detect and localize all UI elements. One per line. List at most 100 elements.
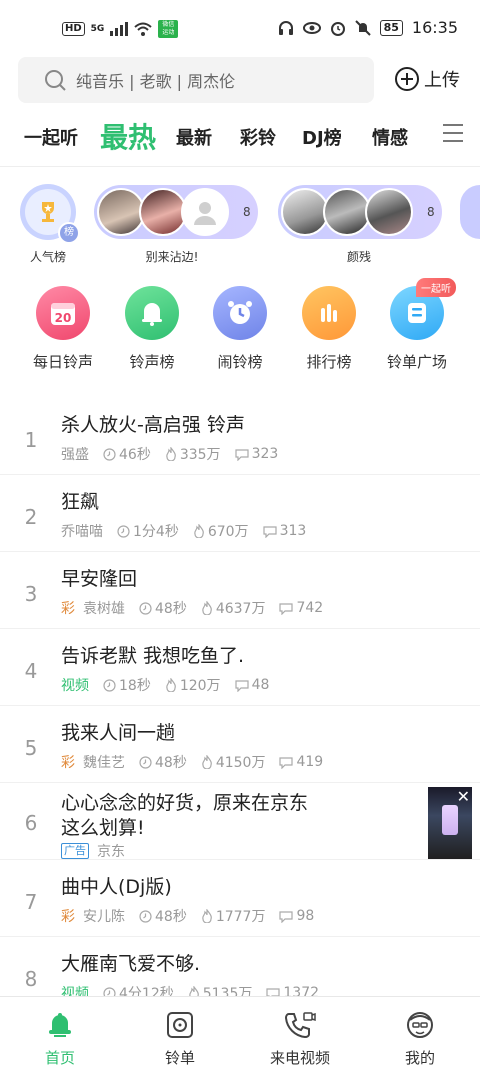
calendar-icon: 20 (36, 286, 90, 340)
story-group-partial[interactable] (460, 185, 480, 239)
comment-icon (234, 679, 249, 692)
feature-label: 闹铃榜 (217, 353, 263, 371)
search-placeholder: 纯音乐 | 老歌 | 周杰伦 (76, 72, 236, 91)
list-item[interactable]: 5 我来人间一趟 彩 魏佳艺 48秒 4150万 419 (0, 706, 480, 783)
list-item[interactable]: 4 告诉老默 我想吃鱼了. 视频 18秒 120万 48 (0, 629, 480, 706)
ad-meta: 广告 京东 (61, 841, 139, 861)
close-icon[interactable]: ✕ (457, 787, 470, 806)
divider (0, 166, 480, 167)
nav-home[interactable]: 首页 (0, 1007, 120, 1067)
story-group-2[interactable]: 8 (278, 185, 442, 239)
story-popularity[interactable]: 榜 (20, 184, 80, 244)
nav-playlist[interactable]: 铃单 (120, 1007, 240, 1067)
headphone-icon (278, 20, 293, 35)
clock-icon (117, 524, 130, 538)
tab-dj-chart[interactable]: DJ榜 (302, 124, 342, 150)
rank-number: 2 (24, 505, 38, 529)
story-count: 8 (427, 205, 435, 219)
duration-text: 48秒 (155, 909, 187, 925)
feature-daily-ringtone[interactable]: 20 每日铃声 (18, 286, 108, 372)
plays-text: 120万 (179, 678, 221, 694)
home-bell-icon (0, 1007, 120, 1043)
ad-title: 心心念念的好货，原来在京东 这么划算! (61, 791, 308, 841)
song-title: 狂飙 (61, 491, 100, 513)
artist-name: 袁树雄 (83, 601, 125, 617)
song-meta: 视频 18秒 120万 48 (61, 675, 283, 695)
rank-number: 6 (24, 811, 38, 835)
tab-emotion[interactable]: 情感 (372, 124, 408, 150)
feature-label: 每日铃声 (32, 353, 93, 371)
tab-newest[interactable]: 最新 (176, 124, 212, 150)
duration-text: 18秒 (119, 678, 151, 694)
caller-ringtone-tag: 彩 (61, 909, 75, 925)
plays: 4150万 (201, 752, 265, 772)
avatar (281, 188, 329, 236)
duration: 48秒 (139, 906, 187, 926)
search-icon (45, 70, 66, 91)
rank-number: 1 (24, 428, 38, 452)
rank-number: 3 (24, 582, 38, 606)
search-input[interactable]: 纯音乐 | 老歌 | 周杰伦 (18, 57, 374, 103)
comments-text: 323 (251, 446, 279, 462)
avatar (97, 188, 145, 236)
artist-name: 安儿陈 (83, 909, 125, 925)
nav-label: 我的 (404, 1049, 435, 1067)
hd-indicator: HD (62, 22, 85, 36)
list-item[interactable]: 2 狂飙 乔喵喵 1分4秒 670万 313 (0, 475, 480, 552)
feature-alarm-chart[interactable]: 闹铃榜 (195, 286, 285, 372)
wechat-line2: 运动 (162, 29, 175, 36)
plays: 670万 (193, 521, 249, 541)
tab-hottest[interactable]: 最热 (100, 116, 156, 156)
ad-title-line: 这么划算! (61, 817, 145, 839)
flame-icon (166, 447, 176, 461)
story-label: 颜残 (346, 250, 371, 264)
feature-ringtone-chart[interactable]: 铃声榜 (107, 286, 197, 372)
bottom-nav: 首页 铃单 来电视频 我的 (0, 996, 480, 1067)
feature-label: 铃声榜 (129, 353, 175, 371)
nav-profile[interactable]: 我的 (360, 1007, 480, 1067)
list-item[interactable]: 7 曲中人(Dj版) 彩 安儿陈 48秒 1777万 98 (0, 860, 480, 937)
duration: 46秒 (103, 444, 151, 464)
advertiser-name: 京东 (97, 844, 125, 860)
ad-item[interactable]: 6 心心念念的好货，原来在京东 这么划算! 广告 京东 ✕ (0, 783, 480, 860)
avatar (323, 188, 371, 236)
feature-playlist-plaza[interactable]: 铃单广场 (372, 286, 462, 372)
menu-icon[interactable] (443, 124, 463, 148)
plays: 335万 (165, 444, 221, 464)
feature-grid: 20 每日铃声 铃声榜 闹铃榜 排行榜 铃单广场 (0, 286, 480, 376)
duration: 48秒 (139, 752, 187, 772)
list-item[interactable]: 3 早安隆回 彩 袁树雄 48秒 4637万 742 (0, 552, 480, 629)
ad-image[interactable]: ✕ (428, 787, 472, 859)
duration-text: 1分4秒 (133, 524, 179, 540)
rank-number: 8 (24, 967, 38, 991)
comments: 98 (279, 908, 314, 924)
wechat-line1: 微信 (162, 21, 175, 28)
nav-call-video[interactable]: 来电视频 (240, 1007, 360, 1067)
story-label: 别来沾边! (145, 250, 199, 264)
battery-indicator: 85 (379, 19, 403, 36)
upload-label: 上传 (424, 70, 460, 91)
duration: 48秒 (139, 598, 187, 618)
plays: 120万 (165, 675, 221, 695)
ad-title-line: 心心念念的好货，原来在京东 (61, 792, 309, 814)
comment-icon (262, 525, 277, 538)
clock-icon (139, 755, 152, 769)
list-item[interactable]: 1 杀人放火-高启强 铃声 强盛 46秒 335万 323 (0, 398, 480, 475)
stories-row: 榜 人气榜 8 别来沾边! 8 颜残 (0, 182, 480, 272)
tab-together[interactable]: 一起听 (24, 124, 78, 150)
artist-name: 强盛 (61, 447, 89, 463)
plays: 1777万 (201, 906, 265, 926)
plus-circle-icon (395, 67, 419, 91)
comments-text: 419 (296, 754, 324, 770)
song-meta: 彩 安儿陈 48秒 1777万 98 (61, 906, 328, 926)
signal-icon (110, 22, 129, 36)
flame-icon (166, 678, 176, 692)
story-group-1[interactable]: 8 (94, 185, 258, 239)
tab-caller-ringtone[interactable]: 彩铃 (240, 124, 276, 150)
upload-button[interactable]: 上传 (394, 66, 460, 92)
feature-ranking[interactable]: 排行榜 (284, 286, 374, 372)
plays-text: 335万 (179, 447, 221, 463)
comments: 742 (279, 600, 323, 616)
comment-icon (234, 448, 249, 461)
network-indicator: 5G (90, 24, 105, 34)
